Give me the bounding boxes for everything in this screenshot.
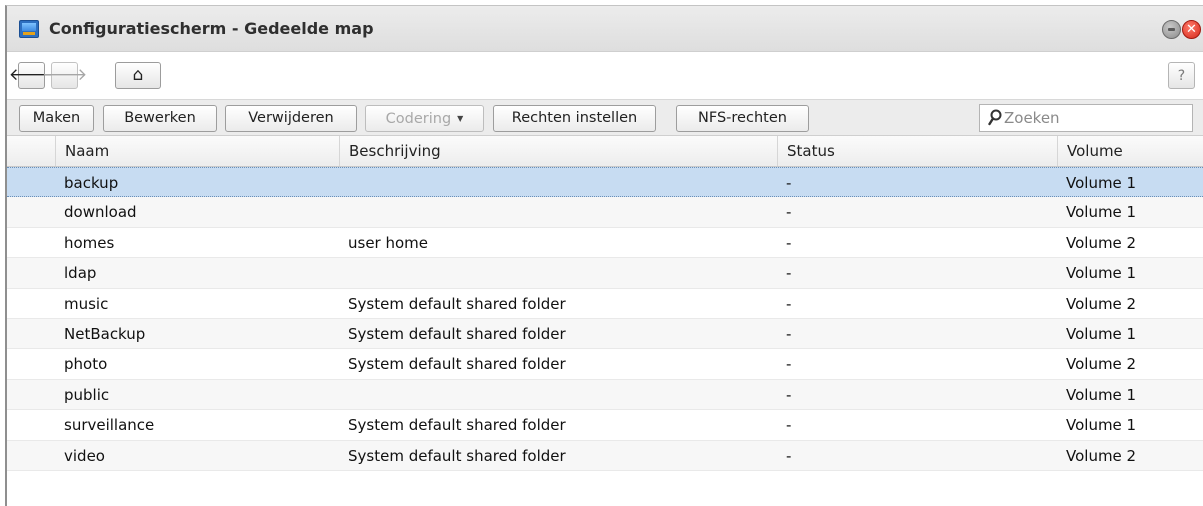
search-icon xyxy=(988,109,1002,126)
edit-button[interactable]: Bewerken xyxy=(103,105,217,132)
cell-status: - xyxy=(786,385,792,404)
cell-name: music xyxy=(64,294,109,313)
cell-volume: Volume 2 xyxy=(1066,294,1137,313)
window-title: Configuratiescherm - Gedeelde map xyxy=(49,19,374,38)
table-row[interactable]: download - Volume 1 xyxy=(7,197,1203,228)
cell-description: System default shared folder xyxy=(348,294,566,313)
table-row[interactable]: public - Volume 1 xyxy=(7,379,1203,411)
help-button[interactable]: ? xyxy=(1168,62,1195,89)
search-input[interactable] xyxy=(1004,108,1184,128)
encryption-label: Codering xyxy=(385,111,452,127)
cell-description: System default shared folder xyxy=(348,355,566,374)
cell-status: - xyxy=(786,294,792,313)
minimize-icon[interactable] xyxy=(1162,20,1181,39)
cell-name: download xyxy=(64,203,137,222)
table-row[interactable]: photo System default shared folder - Vol… xyxy=(7,349,1203,380)
cell-status: - xyxy=(786,416,792,435)
cell-status: - xyxy=(786,264,792,283)
cell-volume: Volume 1 xyxy=(1066,324,1137,343)
cell-description: System default shared folder xyxy=(348,416,566,435)
table-row[interactable]: NetBackup System default shared folder -… xyxy=(7,318,1203,350)
cell-volume: Volume 1 xyxy=(1066,174,1137,192)
home-icon: ⌂ xyxy=(132,65,144,85)
cell-volume: Volume 1 xyxy=(1066,264,1137,283)
cell-name: homes xyxy=(64,233,115,252)
close-icon[interactable]: ✕ xyxy=(1182,20,1201,39)
cell-description: System default shared folder xyxy=(348,324,566,343)
cell-name: photo xyxy=(64,355,108,374)
cell-volume: Volume 2 xyxy=(1066,446,1137,465)
chevron-down-icon: ▼ xyxy=(457,114,464,123)
cell-status: - xyxy=(786,233,792,252)
cell-name: public xyxy=(64,385,110,404)
cell-volume: Volume 1 xyxy=(1066,203,1137,222)
control-panel-window: Configuratiescherm - Gedeelde map ✕ 🡐 🡒 … xyxy=(5,5,1203,506)
cell-name: video xyxy=(64,446,105,465)
home-button[interactable]: ⌂ xyxy=(115,62,161,89)
nfs-permissions-button[interactable]: NFS-rechten xyxy=(676,105,809,132)
cell-name: NetBackup xyxy=(64,324,146,343)
cell-status: - xyxy=(786,174,792,192)
cell-status: - xyxy=(786,203,792,222)
cell-description: user home xyxy=(348,233,429,252)
control-panel-icon xyxy=(19,20,39,38)
table-row[interactable]: video System default shared folder - Vol… xyxy=(7,440,1203,471)
table-row[interactable]: backup - Volume 1 xyxy=(7,167,1203,198)
cell-status: - xyxy=(786,446,792,465)
table-row[interactable]: homes user home - Volume 2 xyxy=(7,227,1203,259)
forward-button[interactable]: 🡒 xyxy=(42,62,87,89)
column-header-name[interactable]: Naam xyxy=(55,136,339,166)
cell-name: ldap xyxy=(64,264,97,283)
column-header-description[interactable]: Beschrijving xyxy=(339,136,777,166)
cell-volume: Volume 1 xyxy=(1066,385,1137,404)
help-icon: ? xyxy=(1177,67,1186,84)
column-header-status[interactable]: Status xyxy=(777,136,1057,166)
search-box[interactable] xyxy=(979,104,1193,132)
cell-name: surveillance xyxy=(64,416,155,435)
column-header-volume[interactable]: Volume xyxy=(1057,136,1201,166)
cell-volume: Volume 2 xyxy=(1066,233,1137,252)
shared-folder-table: backup - Volume 1 download - Volume 1 ho… xyxy=(7,167,1203,471)
cell-name: backup xyxy=(64,174,119,192)
cell-status: - xyxy=(786,355,792,374)
cell-status: - xyxy=(786,324,792,343)
forward-arrow-icon: 🡒 xyxy=(41,65,88,85)
cell-description: System default shared folder xyxy=(348,446,566,465)
title-bar[interactable]: Configuratiescherm - Gedeelde map ✕ xyxy=(7,6,1203,52)
encryption-dropdown[interactable]: Codering ▼ xyxy=(365,105,484,132)
toolbar: Maken Bewerken Verwijderen Codering ▼ Rec… xyxy=(7,99,1203,136)
navigation-bar: 🡐 🡒 ⌂ ? xyxy=(7,52,1203,99)
table-row[interactable]: music System default shared folder - Vol… xyxy=(7,288,1203,319)
delete-button[interactable]: Verwijderen xyxy=(225,105,357,132)
set-permissions-button[interactable]: Rechten instellen xyxy=(493,105,656,132)
cell-volume: Volume 1 xyxy=(1066,416,1137,435)
table-header: Naam Beschrijving Status Volume xyxy=(7,136,1203,167)
table-row[interactable]: ldap - Volume 1 xyxy=(7,258,1203,289)
create-button[interactable]: Maken xyxy=(19,105,94,132)
cell-volume: Volume 2 xyxy=(1066,355,1137,374)
table-row[interactable]: surveillance System default shared folde… xyxy=(7,410,1203,441)
